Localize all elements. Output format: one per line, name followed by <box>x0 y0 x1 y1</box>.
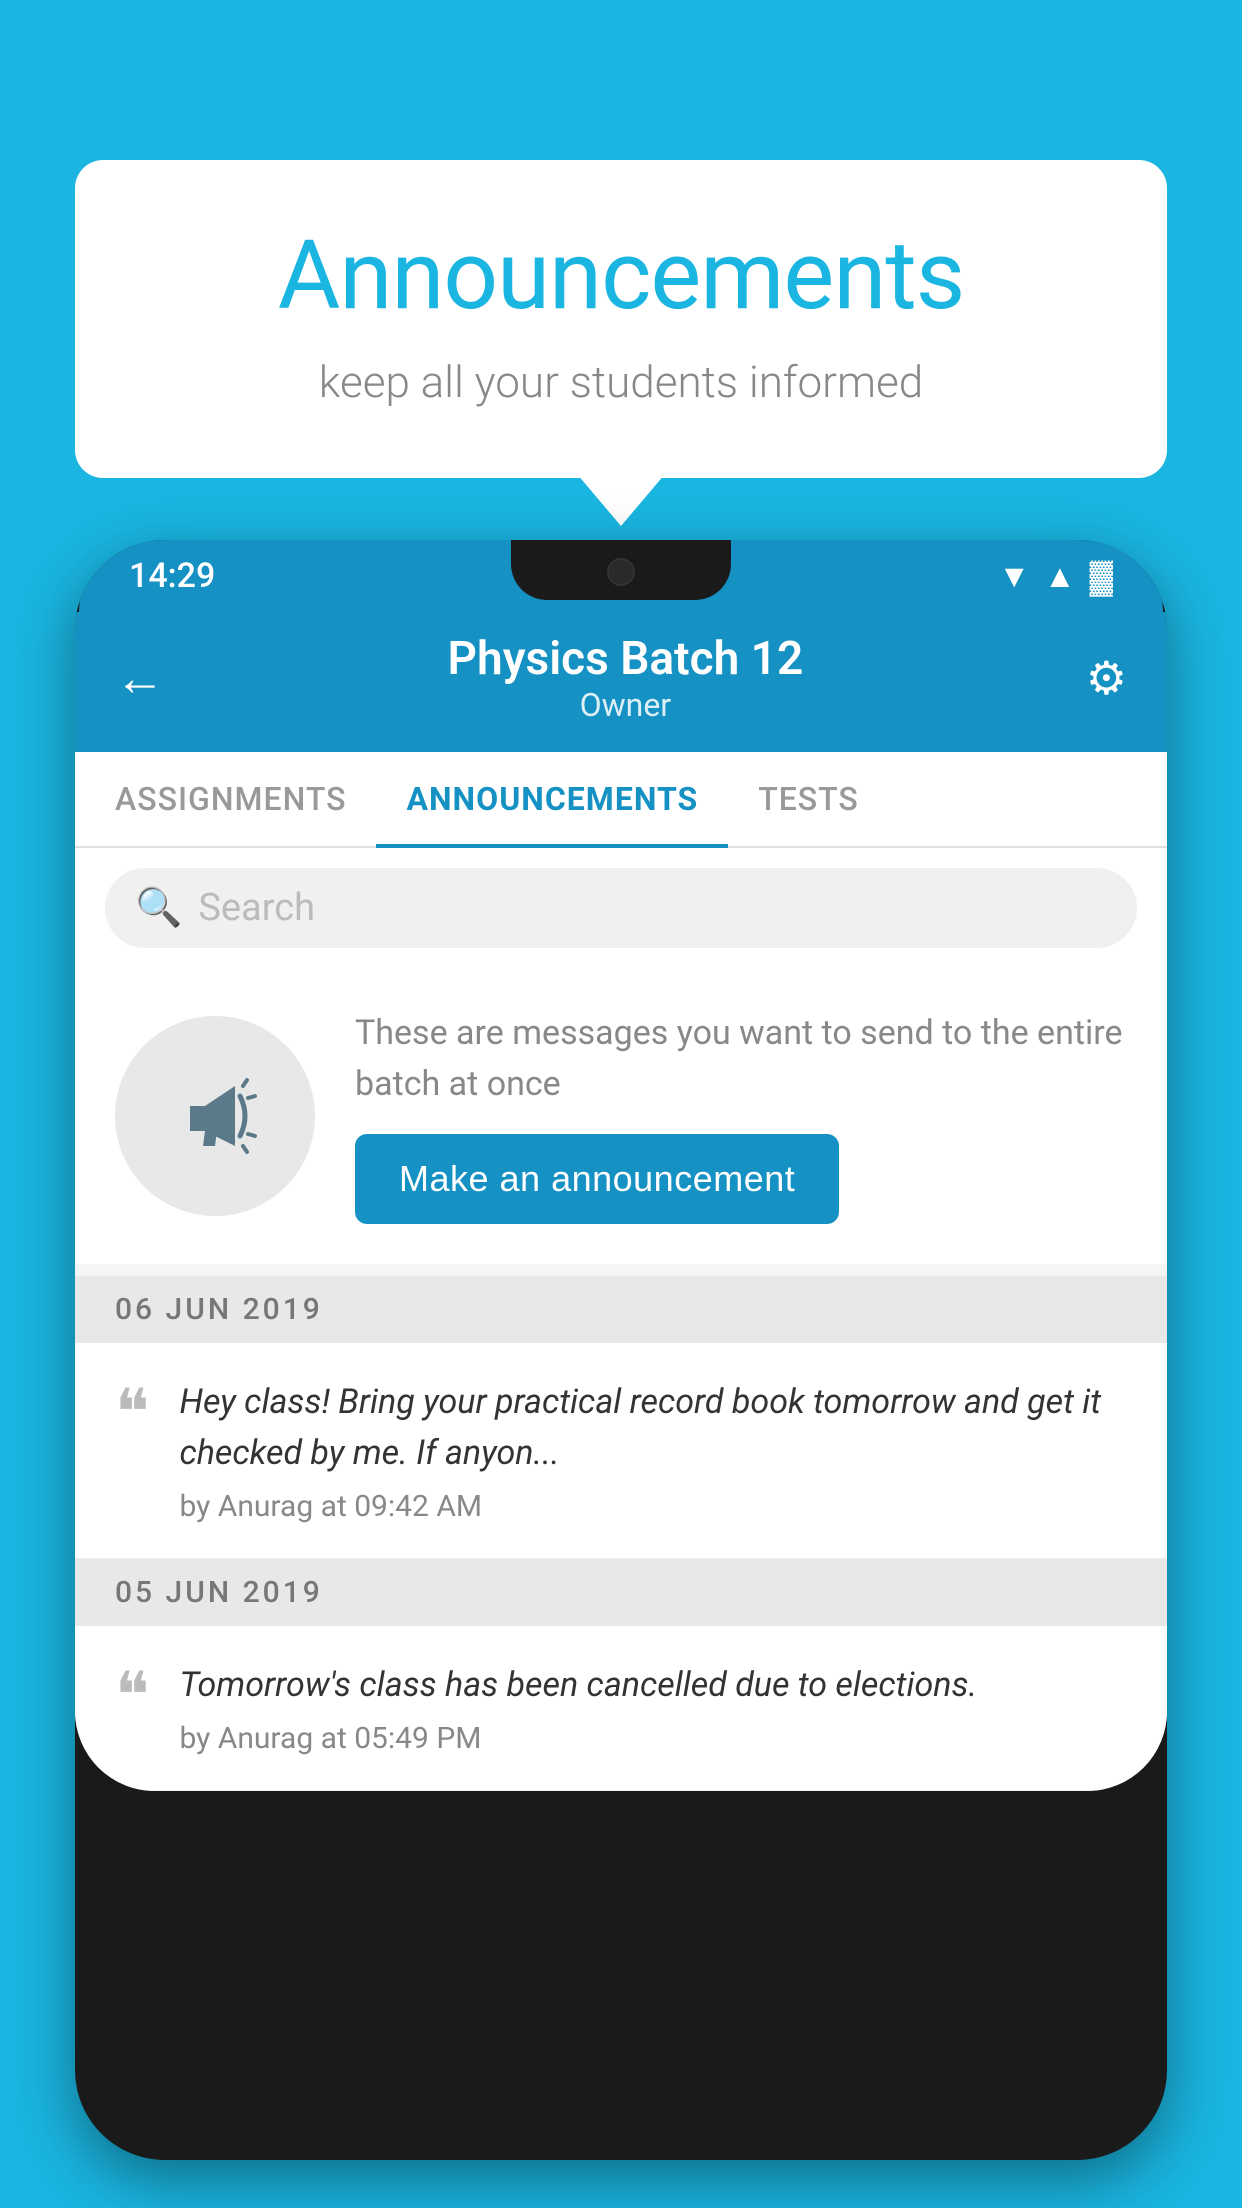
app-header: ← Physics Batch 12 Owner ⚙ <box>75 612 1167 752</box>
phone-container: 14:29 ▼ ▲ ▓ ← Physics Batch 12 Owner ⚙ A… <box>75 540 1167 2208</box>
phone-content: 🔍 Search <box>75 848 1167 1791</box>
quote-icon-2: ❝ <box>115 1664 149 1728</box>
cta-description: These are messages you want to send to t… <box>355 1008 1127 1110</box>
front-camera <box>607 558 635 586</box>
search-input[interactable]: Search <box>198 886 315 930</box>
announcement-content-2: Tomorrow's class has been cancelled due … <box>179 1660 977 1756</box>
speech-bubble-container: Announcements keep all your students inf… <box>75 160 1167 478</box>
battery-icon: ▓ <box>1090 557 1113 595</box>
back-button[interactable]: ← <box>115 649 165 708</box>
announcement-cta: These are messages you want to send to t… <box>75 968 1167 1264</box>
tabs-bar: ASSIGNMENTS ANNOUNCEMENTS TESTS <box>75 752 1167 848</box>
status-icons: ▼ ▲ ▓ <box>998 557 1113 595</box>
tab-announcements[interactable]: ANNOUNCEMENTS <box>376 752 728 846</box>
phone-frame: 14:29 ▼ ▲ ▓ ← Physics Batch 12 Owner ⚙ A… <box>75 540 1167 2160</box>
phone-notch <box>511 540 731 600</box>
status-time: 14:29 <box>129 556 215 596</box>
speech-bubble-title: Announcements <box>155 220 1087 332</box>
header-title: Physics Batch 12 <box>448 632 804 686</box>
tab-assignments[interactable]: ASSIGNMENTS <box>85 752 376 846</box>
speech-bubble-subtitle: keep all your students informed <box>155 356 1087 408</box>
date-separator-2: 05 JUN 2019 <box>75 1559 1167 1626</box>
header-subtitle: Owner <box>448 686 804 724</box>
tab-tests[interactable]: TESTS <box>728 752 889 846</box>
signal-icon: ▲ <box>1044 557 1076 595</box>
quote-icon-1: ❝ <box>115 1381 149 1445</box>
announcement-text-2: Tomorrow's class has been cancelled due … <box>179 1660 977 1711</box>
announcement-item-2[interactable]: ❝ Tomorrow's class has been cancelled du… <box>75 1626 1167 1791</box>
make-announcement-button[interactable]: Make an announcement <box>355 1134 839 1224</box>
announcement-meta-1: by Anurag at 09:42 AM <box>179 1489 1127 1524</box>
megaphone-icon <box>165 1066 265 1166</box>
header-center: Physics Batch 12 Owner <box>448 632 804 724</box>
date-separator-1: 06 JUN 2019 <box>75 1276 1167 1343</box>
search-icon: 🔍 <box>135 886 182 930</box>
announcement-meta-2: by Anurag at 05:49 PM <box>179 1721 977 1756</box>
announcement-content-1: Hey class! Bring your practical record b… <box>179 1377 1127 1524</box>
settings-button[interactable]: ⚙ <box>1086 651 1127 706</box>
cta-text-area: These are messages you want to send to t… <box>355 1008 1127 1224</box>
wifi-icon: ▼ <box>998 557 1030 595</box>
search-bar-container: 🔍 Search <box>75 848 1167 968</box>
announcement-item-1[interactable]: ❝ Hey class! Bring your practical record… <box>75 1343 1167 1559</box>
announcement-text-1: Hey class! Bring your practical record b… <box>179 1377 1127 1479</box>
speech-bubble: Announcements keep all your students inf… <box>75 160 1167 478</box>
search-input-wrap[interactable]: 🔍 Search <box>105 868 1137 948</box>
megaphone-circle <box>115 1016 315 1216</box>
